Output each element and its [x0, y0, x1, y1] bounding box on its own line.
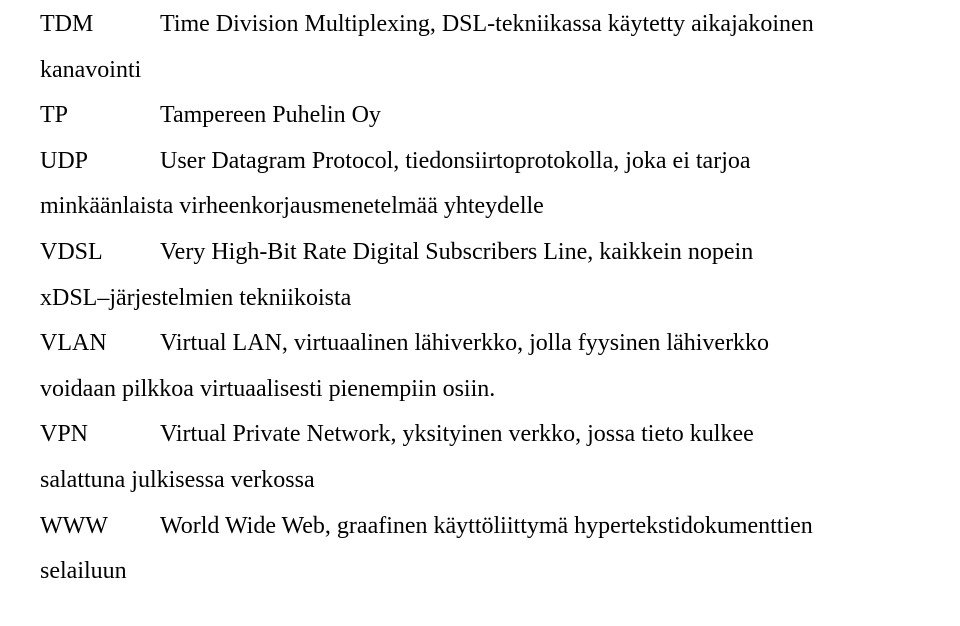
abbr: VLAN: [40, 321, 160, 367]
entry-udp: UDP User Datagram Protocol, tiedonsiirto…: [40, 139, 920, 185]
entry-vdsl: VDSL Very High-Bit Rate Digital Subscrib…: [40, 230, 920, 276]
definition: World Wide Web, graafinen käyttöliittymä…: [160, 504, 920, 550]
abbr: VPN: [40, 412, 160, 458]
definition: User Datagram Protocol, tiedonsiirtoprot…: [160, 139, 920, 185]
abbr: VDSL: [40, 230, 160, 276]
abbr: UDP: [40, 139, 160, 185]
entry-vlan: VLAN Virtual LAN, virtuaalinen lähiverkk…: [40, 321, 920, 367]
entry-tp: TP Tampereen Puhelin Oy: [40, 93, 920, 139]
continuation: minkäänlaista virheenkorjausmenetelmää y…: [40, 184, 920, 230]
entry-vpn: VPN Virtual Private Network, yksityinen …: [40, 412, 920, 458]
continuation: selailuun: [40, 549, 920, 595]
entry-www: WWW World Wide Web, graafinen käyttöliit…: [40, 504, 920, 550]
abbr: TDM: [40, 2, 160, 48]
definition: Tampereen Puhelin Oy: [160, 93, 920, 139]
glossary: TDM Time Division Multiplexing, DSL-tekn…: [0, 0, 960, 595]
abbr: TP: [40, 93, 160, 139]
abbr: WWW: [40, 504, 160, 550]
definition: Very High-Bit Rate Digital Subscribers L…: [160, 230, 920, 276]
entry-tdm: TDM Time Division Multiplexing, DSL-tekn…: [40, 2, 920, 48]
definition: Virtual LAN, virtuaalinen lähiverkko, jo…: [160, 321, 920, 367]
definition: Time Division Multiplexing, DSL-tekniika…: [160, 2, 920, 48]
continuation: kanavointi: [40, 48, 920, 94]
continuation: xDSL–järjestelmien tekniikoista: [40, 276, 920, 322]
continuation: salattuna julkisessa verkossa: [40, 458, 920, 504]
definition: Virtual Private Network, yksityinen verk…: [160, 412, 920, 458]
continuation: voidaan pilkkoa virtuaalisesti pienempii…: [40, 367, 920, 413]
